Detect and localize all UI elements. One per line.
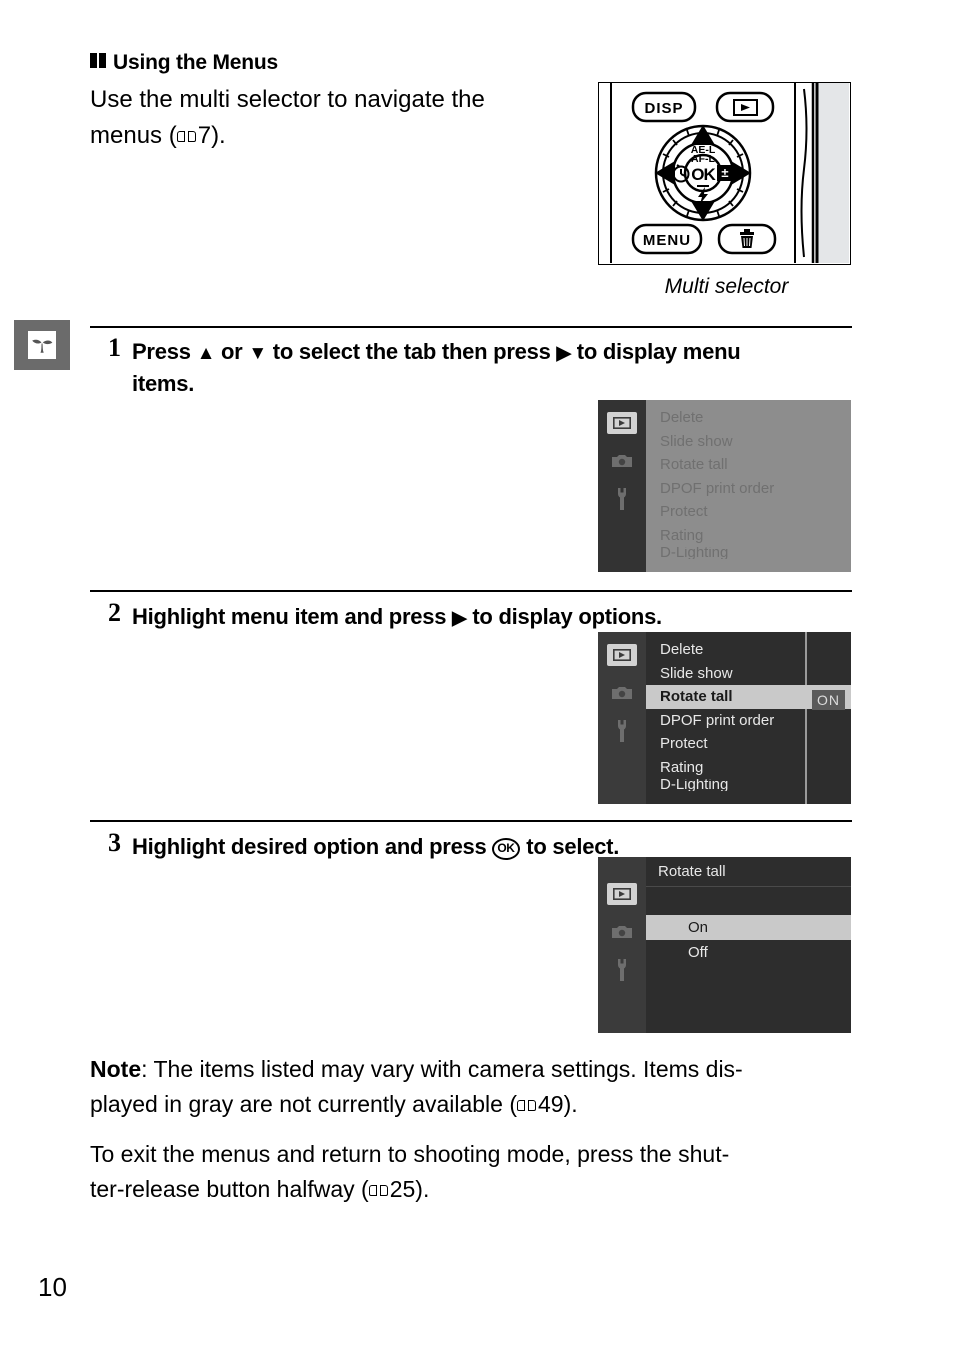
book-reference-icon [176, 130, 196, 144]
step-1-text-c: to select the tab then press [266, 339, 557, 364]
page-number: 10 [38, 1272, 67, 1302]
menu-list-panel: Delete Slide show Rotate tall DPOF print… [646, 400, 851, 572]
ok-button-icon: OK [492, 838, 521, 860]
multi-selector-figure: DISP MENU OK AE-L AF-L ± Multi selector [598, 82, 855, 299]
step-2-text: Highlight menu item and press to display… [132, 602, 852, 634]
screen-step-2: Delete Slide show Rotate tall DPOF print… [598, 632, 851, 804]
menu-item[interactable]: DPOF print order [646, 709, 851, 733]
step-3-number: 3 [108, 828, 121, 857]
arrow-right-icon [452, 604, 466, 629]
menu-item[interactable]: D-Lighting [646, 779, 851, 791]
step-1-text-line2: items. [132, 371, 195, 396]
tab-shooting[interactable] [607, 450, 637, 472]
note-paragraph-2: To exit the menus and return to shooting… [90, 1137, 856, 1207]
figure-caption: Multi selector [664, 275, 789, 298]
page-content: Using the Menus Use the multi selector t… [90, 0, 862, 1345]
tab-setup[interactable] [607, 488, 637, 510]
tab-setup[interactable] [607, 959, 637, 981]
step-1-number: 1 [108, 333, 121, 362]
step-2-text-a: Highlight menu item and press [132, 604, 453, 629]
menu-item[interactable]: D-Lighting [646, 547, 851, 559]
step-1-text-b: or [215, 339, 249, 364]
tab-playback[interactable] [607, 883, 637, 905]
screen-step-3: Rotate tall On Off [598, 857, 851, 1033]
heading-marker-icon [90, 50, 106, 74]
note-2-c: ). [415, 1176, 430, 1202]
note-1-b: played in gray are not currently availab… [90, 1091, 518, 1117]
menu-tab-column [598, 400, 646, 572]
note-1-c: ). [563, 1091, 578, 1117]
multi-selector-illustration: DISP MENU OK AE-L AF-L ± [598, 82, 851, 265]
divider [90, 590, 852, 592]
menu-tab-column [598, 632, 646, 804]
divider [90, 326, 852, 328]
page-title: Using the Menus [90, 50, 278, 75]
menu-item[interactable]: Slide show [646, 430, 851, 454]
menu-item[interactable]: Rating [646, 756, 851, 780]
arrow-right-icon [557, 339, 571, 364]
option-panel: Rotate tall On Off [646, 857, 851, 1033]
tab-shooting[interactable] [607, 921, 637, 943]
step-1-text-a: Press [132, 339, 197, 364]
intro-line-1: Use the multi selector to navigate the [90, 86, 485, 113]
step-1-text: Press or to select the tab then press to… [132, 337, 852, 399]
scene-sprout-icon [28, 331, 56, 359]
menu-item[interactable]: Delete [646, 406, 851, 430]
note-2-a: To exit the menus and return to shooting… [90, 1141, 730, 1167]
intro-line-2-post: ). [211, 122, 226, 149]
tab-setup[interactable] [607, 720, 637, 742]
svg-text:AF-L: AF-L [691, 153, 715, 165]
menu-items: Delete Slide show Rotate tall DPOF print… [646, 632, 851, 791]
book-reference-icon [368, 1184, 388, 1198]
menu-item[interactable]: Rotate tall [646, 453, 851, 477]
option-selected[interactable]: On [646, 915, 851, 940]
note-paragraph-1: Note: The items listed may vary with cam… [90, 1052, 856, 1122]
svg-text:DISP: DISP [644, 100, 683, 117]
tab-shooting[interactable] [607, 682, 637, 704]
menu-item[interactable]: Delete [646, 638, 851, 662]
arrow-up-icon [197, 339, 216, 364]
note-label: Note [90, 1056, 142, 1082]
note-1-page-ref: 49 [538, 1091, 564, 1117]
step-2-text-b: to display options. [466, 604, 662, 629]
menu-item[interactable]: DPOF print order [646, 477, 851, 501]
note-1-a: : The items listed may vary with camera … [141, 1056, 743, 1082]
menu-item[interactable]: Protect [646, 732, 851, 756]
step-3-text-a: Highlight desired option and press [132, 834, 493, 859]
option-panel-title: Rotate tall [646, 857, 851, 887]
divider [90, 820, 852, 822]
note-2-b: ter-release button halfway ( [90, 1176, 369, 1202]
tab-playback[interactable] [607, 644, 637, 666]
menu-tab-column [598, 857, 646, 1033]
book-reference-icon [517, 1099, 537, 1113]
note-2-page-ref: 25 [389, 1176, 416, 1202]
step-3-text-b: to select. [520, 834, 620, 859]
page-title-text: Using the Menus [113, 51, 279, 74]
option[interactable]: Off [646, 940, 851, 965]
menu-item[interactable]: Protect [646, 500, 851, 524]
svg-text:MENU: MENU [643, 232, 691, 249]
intro-paragraph: Use the multi selector to navigate the m… [90, 82, 590, 154]
chapter-tab [14, 320, 70, 370]
step-2-number: 2 [108, 598, 121, 627]
screen-step-1: Delete Slide show Rotate tall DPOF print… [598, 400, 851, 572]
menu-list-panel: Delete Slide show Rotate tall DPOF print… [646, 632, 851, 804]
svg-text:OK: OK [691, 165, 716, 184]
step-1-text-d: to display menu [570, 339, 741, 364]
arrow-down-icon [248, 339, 267, 364]
menu-items: Delete Slide show Rotate tall DPOF print… [646, 400, 851, 559]
intro-page-ref: 7 [197, 122, 212, 149]
menu-item[interactable]: Rating [646, 524, 851, 548]
svg-text:±: ± [721, 165, 728, 180]
menu-item[interactable]: Slide show [646, 662, 851, 686]
tab-playback[interactable] [607, 412, 637, 434]
intro-line-2-pre: menus ( [90, 122, 177, 149]
menu-item-value: ON [812, 690, 845, 710]
